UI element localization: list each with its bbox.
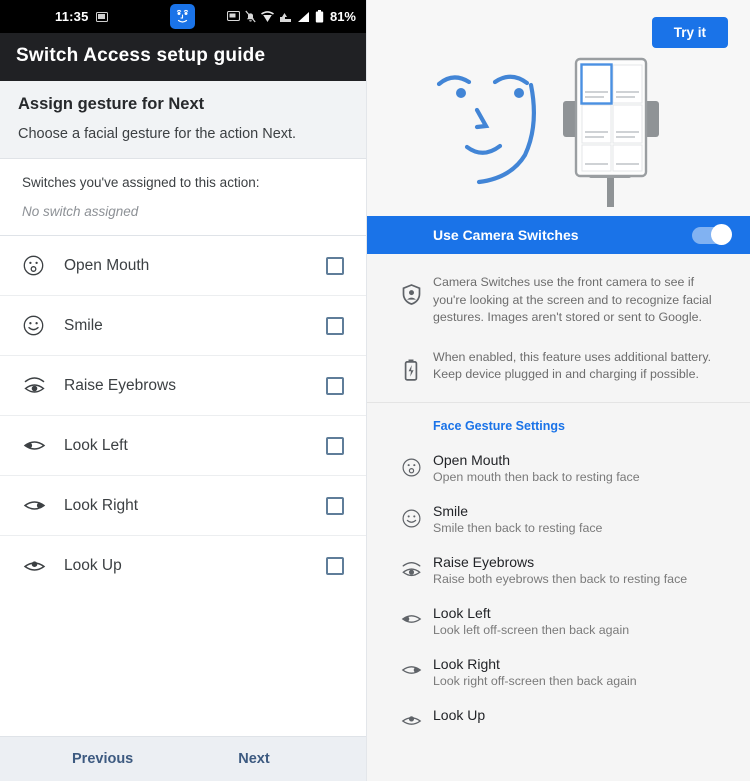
battery-charging-icon bbox=[389, 349, 433, 381]
look-left-eye-icon bbox=[22, 436, 56, 455]
gesture-name: Look Up bbox=[433, 707, 486, 724]
smile-face-icon bbox=[389, 503, 433, 529]
list-item[interactable]: Look Up bbox=[367, 698, 750, 740]
gesture-options-list: Open Mouth Smile Raise Eyebrows Look Lef… bbox=[0, 236, 366, 596]
list-item[interactable]: Look Right bbox=[0, 476, 366, 536]
look-up-eye-icon bbox=[389, 707, 433, 730]
list-empty-space bbox=[0, 596, 366, 736]
next-button[interactable]: Next bbox=[238, 751, 269, 767]
status-icons: 81% bbox=[226, 9, 356, 24]
camera-switches-settings-screen: Try it Use Camera Switches Camera Switch… bbox=[367, 0, 750, 781]
gesture-description: Look left off-screen then back again bbox=[433, 623, 630, 638]
gesture-checkbox[interactable] bbox=[326, 256, 344, 275]
look-left-eye-icon bbox=[389, 605, 433, 628]
vpn-key-icon bbox=[279, 12, 291, 22]
gesture-checkbox[interactable] bbox=[326, 316, 344, 335]
gesture-description: Open mouth then back to resting face bbox=[433, 470, 640, 485]
gesture-name: Look Right bbox=[433, 656, 500, 673]
face-gesture-settings-section: Face Gesture Settings Open Mouth Open mo… bbox=[367, 403, 750, 781]
gesture-label: Open Mouth bbox=[64, 256, 150, 274]
list-item[interactable]: Open Mouth Open mouth then back to resti… bbox=[367, 443, 750, 494]
screenshot-icon bbox=[226, 11, 240, 22]
camera-switches-face-icon bbox=[170, 4, 195, 29]
page-subtitle: Choose a facial gesture for the action N… bbox=[18, 126, 297, 142]
list-item[interactable]: Raise Eyebrows bbox=[0, 356, 366, 416]
hero-illustration-area: Try it bbox=[367, 0, 750, 216]
gesture-label: Look Right bbox=[64, 496, 139, 514]
gesture-checkbox[interactable] bbox=[326, 557, 344, 575]
gesture-label: Look Left bbox=[64, 436, 128, 454]
list-item[interactable]: Open Mouth bbox=[0, 236, 366, 296]
gesture-description: Look right off-screen then back again bbox=[433, 674, 637, 689]
list-item[interactable]: Look Up bbox=[0, 536, 366, 596]
envelope-icon bbox=[95, 11, 108, 22]
use-camera-switches-label: Use Camera Switches bbox=[433, 227, 579, 243]
face-gesture-settings-title: Face Gesture Settings bbox=[433, 419, 565, 434]
section-header: Assign gesture for Next Choose a facial … bbox=[0, 81, 366, 159]
assigned-switches-value: No switch assigned bbox=[22, 204, 139, 219]
gesture-name: Open Mouth bbox=[433, 452, 511, 469]
gesture-name: Raise Eyebrows bbox=[433, 554, 535, 571]
info-row-battery: When enabled, this feature uses addition… bbox=[367, 339, 750, 396]
look-right-eye-icon bbox=[389, 656, 433, 679]
gesture-name: Look Left bbox=[433, 605, 491, 622]
gesture-label: Look Up bbox=[64, 557, 122, 574]
page-title: Assign gesture for Next bbox=[18, 95, 205, 113]
list-item[interactable]: Smile bbox=[0, 296, 366, 356]
gesture-checkbox[interactable] bbox=[326, 436, 344, 455]
assigned-switches-label: Switches you've assigned to this action: bbox=[22, 175, 260, 190]
use-camera-switches-toggle[interactable] bbox=[692, 224, 732, 245]
android-status-bar: 11:35 81% bbox=[0, 0, 366, 33]
wifi-icon bbox=[261, 10, 274, 22]
list-item[interactable]: Look Left Look left off-screen then back… bbox=[367, 596, 750, 647]
previous-button[interactable]: Previous bbox=[72, 751, 133, 767]
app-bar-title: Switch Access setup guide bbox=[0, 33, 366, 81]
toggle-knob bbox=[711, 224, 732, 245]
gesture-label: Smile bbox=[64, 316, 103, 334]
battery-percentage: 81% bbox=[329, 9, 356, 24]
use-camera-switches-row[interactable]: Use Camera Switches bbox=[367, 216, 750, 254]
look-right-eye-icon bbox=[22, 496, 56, 515]
info-text: Camera Switches use the front camera to … bbox=[433, 275, 712, 325]
gesture-description: Raise both eyebrows then back to resting… bbox=[433, 572, 688, 587]
raise-eyebrows-icon bbox=[389, 554, 433, 580]
battery-icon bbox=[315, 10, 324, 23]
wizard-navigation-bar: Previous Next bbox=[0, 736, 366, 781]
gesture-name: Smile bbox=[433, 503, 469, 520]
open-mouth-face-icon bbox=[389, 452, 433, 478]
info-row-privacy: Camera Switches use the front camera to … bbox=[367, 264, 750, 339]
gesture-description: Smile then back to resting face bbox=[433, 521, 603, 536]
info-text: When enabled, this feature uses addition… bbox=[433, 349, 712, 382]
look-up-eye-icon bbox=[22, 557, 56, 576]
info-block: Camera Switches use the front camera to … bbox=[367, 254, 750, 404]
gesture-checkbox[interactable] bbox=[326, 376, 344, 395]
gesture-checkbox[interactable] bbox=[326, 496, 344, 515]
assigned-switches-box: Switches you've assigned to this action:… bbox=[0, 159, 366, 236]
switch-access-setup-screen: 11:35 81% Switch Access setup guide Assi… bbox=[0, 0, 367, 781]
try-it-button[interactable]: Try it bbox=[651, 17, 728, 48]
signal-icon bbox=[297, 11, 309, 22]
list-item[interactable]: Look Left bbox=[0, 416, 366, 476]
status-clock: 11:35 bbox=[55, 9, 89, 24]
raise-eyebrows-icon bbox=[22, 374, 56, 397]
open-mouth-face-icon bbox=[22, 254, 56, 277]
list-item[interactable]: Look Right Look right off-screen then ba… bbox=[367, 647, 750, 698]
list-item[interactable]: Smile Smile then back to resting face bbox=[367, 494, 750, 545]
notifications-muted-icon bbox=[245, 10, 256, 23]
smile-face-icon bbox=[22, 314, 56, 337]
two-screenshot-comparison: 11:35 81% Switch Access setup guide Assi… bbox=[0, 0, 750, 781]
privacy-shield-icon bbox=[389, 274, 433, 305]
list-item[interactable]: Raise Eyebrows Raise both eyebrows then … bbox=[367, 545, 750, 596]
gesture-label: Raise Eyebrows bbox=[64, 376, 176, 394]
